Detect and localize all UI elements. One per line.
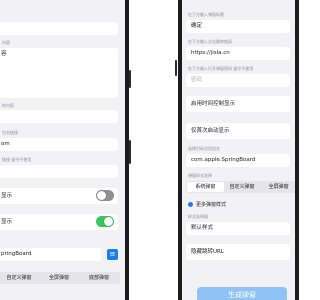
left-tab-fullscreen[interactable]: 全屏弹窗 xyxy=(39,273,79,283)
toggle-knob xyxy=(97,191,106,200)
left-toggle-1[interactable] xyxy=(96,190,114,201)
timed-display-row[interactable]: 启用时间控制显示 xyxy=(186,96,290,112)
left-toggle-2-label: 显示 xyxy=(1,219,13,225)
label-style2: 样式选择器 xyxy=(188,214,208,219)
label-title: 在下方输入弹窗标题 xyxy=(188,12,224,17)
left-textarea-text: 容 xyxy=(1,51,7,57)
left-bundle-value: pringBoard xyxy=(1,251,32,257)
list-icon[interactable]: ≡ xyxy=(107,249,118,260)
radio-dot-icon xyxy=(188,201,193,207)
left-phone-screen: 内容 容 的内容 包名链接 om 链接 留空不使用 显示 显示 pringBoa… xyxy=(0,0,125,300)
first-launch-label: 仅首次启动显示 xyxy=(191,128,230,134)
hide-redirect-label: 隐藏跳转URL xyxy=(191,249,224,255)
side-button xyxy=(129,140,131,164)
bundle-value: com.apple.SpringBoard xyxy=(191,157,256,163)
left-toggle-2[interactable] xyxy=(96,216,114,227)
style-picker[interactable]: 默认样式 xyxy=(186,222,290,235)
left-bundle-field[interactable]: pringBoard xyxy=(0,248,101,261)
style-tabs: 系统弹窗 自定义弹窗 全屏弹窗 xyxy=(186,181,295,193)
bundle-input[interactable]: com.apple.SpringBoard xyxy=(186,154,290,167)
default-style-value: 默认样式 xyxy=(191,225,214,231)
tab-fullscreen[interactable]: 全屏弹窗 xyxy=(260,182,295,192)
left-toggle-1-label: 显示 xyxy=(1,193,13,199)
more-styles-label: 更多弹窗样式 xyxy=(196,201,227,208)
label-style: 弹窗样式选择 xyxy=(188,173,212,178)
side-button xyxy=(129,70,131,88)
left-tab-bottom[interactable]: 底部弹窗 xyxy=(79,273,119,283)
right-phone-screen: 在下方输入弹窗标题 确定 在下方输入点击跳转链接 https://jisla.c… xyxy=(182,0,295,300)
title-value: 确定 xyxy=(191,23,203,29)
left-url-field[interactable]: om xyxy=(0,138,118,151)
password-input[interactable]: 密码 xyxy=(186,74,290,87)
left-hint-3: 的内容 xyxy=(2,103,14,108)
phone-frame-edge xyxy=(295,0,299,300)
url-input[interactable]: https://jisla.cn xyxy=(186,47,290,60)
hide-redirect-row[interactable]: 隐藏跳转URL xyxy=(186,244,290,260)
left-field-3[interactable] xyxy=(0,165,118,178)
left-field-1[interactable] xyxy=(0,22,118,35)
left-style-tabs: 自定义弹窗 全屏弹窗 底部弹窗 xyxy=(0,272,120,284)
label-url: 在下方输入点击跳转链接 xyxy=(188,39,232,44)
label-bundle: 选择目标应用包名 xyxy=(188,146,220,151)
label-password: 在下方输入打开弹窗密码 留空不使用 xyxy=(188,66,254,71)
url-value: https://jisla.cn xyxy=(191,50,230,56)
left-hint-4: 包名链接 xyxy=(2,130,18,135)
left-field-2[interactable] xyxy=(0,110,118,123)
title-input[interactable]: 确定 xyxy=(186,20,290,33)
left-hint-2: 内容 xyxy=(2,40,10,45)
side-button xyxy=(175,60,177,76)
tab-custom[interactable]: 自定义弹窗 xyxy=(224,182,261,192)
left-textarea[interactable]: 容 xyxy=(0,48,118,98)
left-hint-5: 链接 留空不使用 xyxy=(2,157,32,162)
left-tab-custom[interactable]: 自定义弹窗 xyxy=(0,273,39,283)
generate-button[interactable]: 生成弹窗 xyxy=(197,287,287,300)
password-placeholder: 密码 xyxy=(191,77,203,83)
first-launch-row[interactable]: 仅首次启动显示 xyxy=(186,123,290,139)
left-url-value: om xyxy=(1,141,10,147)
timed-display-label: 启用时间控制显示 xyxy=(191,101,236,107)
tab-system[interactable]: 系统弹窗 xyxy=(187,182,224,192)
more-styles-row[interactable]: 更多弹窗样式 xyxy=(188,199,288,209)
toggle-knob xyxy=(104,217,113,226)
